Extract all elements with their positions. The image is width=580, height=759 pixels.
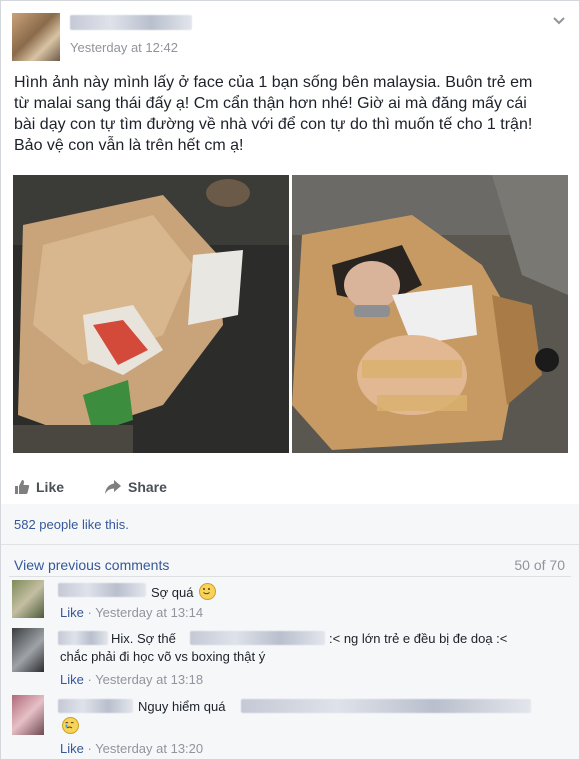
comment-meta: Like · Yesterday at 13:14	[60, 605, 203, 620]
meta-separator: ·	[83, 741, 96, 756]
commenter-avatar[interactable]	[12, 580, 44, 618]
post-photo-right[interactable]	[292, 175, 568, 453]
slightly-smiling-emoji-icon	[199, 583, 217, 600]
comment-timestamp[interactable]: Yesterday at 13:18	[95, 672, 203, 687]
share-arrow-icon	[104, 479, 128, 495]
comment-meta: Like · Yesterday at 13:20	[60, 741, 203, 756]
post-text-line: bài dạy con tự tìm đường về nhà với để c…	[14, 116, 533, 133]
commenter-name-blurred[interactable]	[58, 699, 133, 713]
comment-text-line: chắc phải đi học võ vs boxing thật ý	[60, 649, 265, 664]
like-label: Like	[36, 479, 65, 495]
commenter-name-blurred[interactable]	[58, 583, 146, 597]
author-avatar[interactable]	[12, 13, 60, 61]
post-actions-bar: Like Share	[1, 471, 579, 503]
author-name-blurred[interactable]	[70, 15, 192, 30]
divider	[9, 576, 571, 577]
likes-summary-bar: 582 people like this.	[1, 504, 579, 544]
meta-separator: ·	[83, 672, 96, 687]
comment-like-link[interactable]: Like	[60, 741, 84, 756]
thumbs-up-icon	[14, 479, 36, 495]
post-timestamp[interactable]: Yesterday at 12:42	[70, 40, 178, 55]
comment-body-part: :< ng lớn trẻ e đều bị đe doạ :<	[329, 631, 508, 646]
comment-body: Nguy hiểm quá	[138, 699, 226, 714]
comment-timestamp[interactable]: Yesterday at 13:14	[95, 605, 203, 620]
facebook-post-card: Yesterday at 12:42 Hình ảnh này mình lấy…	[0, 0, 580, 759]
commenter-name-blurred[interactable]	[58, 631, 108, 645]
comment-body-part: Hix. Sợ thế	[111, 631, 176, 646]
comment-count: 50 of 70	[514, 557, 565, 573]
post-photo-left[interactable]	[13, 175, 289, 453]
like-button[interactable]: Like	[14, 471, 64, 503]
comment-text-line: :< ng lớn trẻ e đều bị đe doạ :<	[329, 631, 507, 646]
share-label: Share	[128, 479, 167, 495]
comment-meta: Like · Yesterday at 13:18	[60, 672, 203, 687]
post-text-line: Bảo vệ con vẫn là trên hết cm ạ!	[14, 137, 244, 154]
mention-blurred[interactable]	[190, 631, 325, 645]
comment-body: Sợ quá	[151, 585, 194, 600]
post-text: Hình ảnh này mình lấy ở face của 1 bạn s…	[14, 72, 569, 156]
commenter-avatar[interactable]	[12, 695, 44, 735]
comment-timestamp[interactable]: Yesterday at 13:20	[95, 741, 203, 756]
comments-section: View previous comments 50 of 70 Sợ quá L…	[1, 544, 579, 759]
comment-text-line: Hix. Sợ thế	[111, 631, 176, 646]
post-text-line: từ malai sang thái đấy ạ! Cm cẩn thận hơ…	[14, 95, 527, 112]
crying-emoji-icon	[62, 717, 79, 734]
post-text-line: Hình ảnh này mình lấy ở face của 1 bạn s…	[14, 74, 533, 91]
comment-like-link[interactable]: Like	[60, 605, 84, 620]
comment-like-link[interactable]: Like	[60, 672, 84, 687]
meta-separator: ·	[83, 605, 96, 620]
chevron-down-icon[interactable]	[553, 13, 565, 28]
comment-body-part: chắc phải đi học võ vs boxing thật ý	[60, 649, 266, 664]
likes-count-link[interactable]: 582 people like this.	[14, 517, 129, 532]
comment-text: Nguy hiểm quá	[138, 699, 225, 714]
share-button[interactable]: Share	[104, 471, 167, 503]
comment-text: Sợ quá	[151, 583, 217, 600]
comment-emoji-line	[62, 717, 79, 734]
commenter-avatar[interactable]	[12, 628, 44, 672]
comment-text-blurred	[241, 699, 531, 713]
view-previous-comments-link[interactable]: View previous comments	[14, 557, 169, 573]
